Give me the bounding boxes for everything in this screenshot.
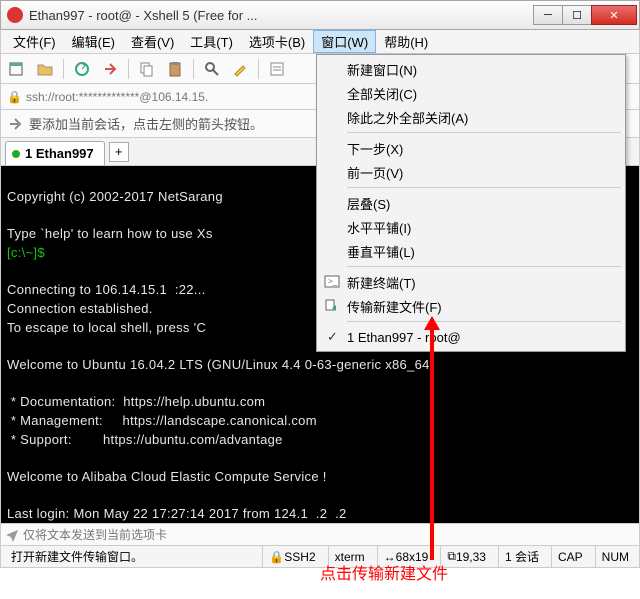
terminal-line: * Documentation: https://help.ubuntu.com bbox=[7, 394, 265, 409]
toolbar-separator bbox=[63, 59, 64, 79]
menu-window[interactable]: 窗口(W) bbox=[313, 30, 376, 53]
terminal-line: Welcome to Ubuntu 16.04.2 LTS (GNU/Linux… bbox=[7, 357, 434, 372]
status-dot-icon bbox=[12, 150, 20, 158]
toolbar-separator bbox=[258, 59, 259, 79]
status-ssh: 🔒 SSH2 bbox=[262, 546, 321, 567]
status-num: NUM bbox=[595, 546, 635, 567]
maximize-button[interactable]: ☐ bbox=[562, 5, 592, 25]
svg-text:>_: >_ bbox=[328, 277, 338, 286]
toolbar-separator bbox=[193, 59, 194, 79]
menu-separator bbox=[347, 132, 621, 133]
hint-text: 要添加当前会话，点击左侧的箭头按钮。 bbox=[29, 114, 263, 133]
menu-file[interactable]: 文件(F) bbox=[5, 30, 64, 53]
menu-tile-horizontal[interactable]: 水平平铺(I) bbox=[319, 215, 623, 239]
status-sessions: 1 会话 bbox=[498, 546, 545, 567]
status-term: xterm bbox=[328, 546, 371, 567]
address-text: ssh://root:*************@106.14.15. bbox=[26, 90, 208, 104]
terminal-line: Connecting to 106.14.15.1 :22... bbox=[7, 282, 206, 297]
app-icon bbox=[7, 7, 23, 23]
copy-icon[interactable] bbox=[137, 59, 157, 79]
window-menu-dropdown: 新建窗口(N) 全部关闭(C) 除此之外全部关闭(A) 下一步(X) 前一页(V… bbox=[316, 54, 626, 352]
menu-cascade[interactable]: 层叠(S) bbox=[319, 191, 623, 215]
menu-close-others[interactable]: 除此之外全部关闭(A) bbox=[319, 105, 623, 129]
menu-session-item[interactable]: 1 Ethan997 - root@ bbox=[319, 325, 623, 349]
menu-view[interactable]: 查看(V) bbox=[123, 30, 182, 53]
status-size: ↔ 68x19 bbox=[377, 546, 435, 567]
highlight-icon[interactable] bbox=[230, 59, 250, 79]
window-title: Ethan997 - root@ - Xshell 5 (Free for ..… bbox=[29, 8, 534, 23]
menu-tools[interactable]: 工具(T) bbox=[182, 30, 241, 53]
status-message: 打开新建文件传输窗口。 bbox=[5, 546, 256, 567]
terminal-line: * Support: https://ubuntu.com/advantage bbox=[7, 432, 283, 447]
status-cap: CAP bbox=[551, 546, 589, 567]
annotation-arrow-icon bbox=[430, 320, 434, 560]
menu-close-all[interactable]: 全部关闭(C) bbox=[319, 81, 623, 105]
close-button[interactable]: ✕ bbox=[591, 5, 637, 25]
titlebar: Ethan997 - root@ - Xshell 5 (Free for ..… bbox=[0, 0, 640, 30]
menu-edit[interactable]: 编辑(E) bbox=[64, 30, 123, 53]
window-buttons: ─ ☐ ✕ bbox=[534, 5, 637, 25]
menu-separator bbox=[347, 187, 621, 188]
terminal-prompt: [c:\~]$ bbox=[7, 245, 45, 260]
file-transfer-icon bbox=[323, 297, 341, 315]
terminal-line: * Management: https://landscape.canonica… bbox=[7, 413, 317, 428]
terminal-icon: >_ bbox=[323, 273, 341, 291]
menu-new-file-transfer[interactable]: 传输新建文件(F) bbox=[319, 294, 623, 318]
paste-icon[interactable] bbox=[165, 59, 185, 79]
menu-options[interactable]: 选项卡(B) bbox=[241, 30, 313, 53]
terminal-line: To escape to local shell, press 'C bbox=[7, 320, 206, 335]
status-bar: 打开新建文件传输窗口。 🔒 SSH2 xterm ↔ 68x19 ⧉ 19,33… bbox=[0, 546, 640, 568]
properties-icon[interactable] bbox=[267, 59, 287, 79]
toolbar-separator bbox=[128, 59, 129, 79]
menu-new-terminal[interactable]: >_ 新建终端(T) bbox=[319, 270, 623, 294]
disconnect-icon[interactable] bbox=[100, 59, 120, 79]
menubar: 文件(F) 编辑(E) 查看(V) 工具(T) 选项卡(B) 窗口(W) 帮助(… bbox=[0, 30, 640, 54]
send-text: 仅将文本发送到当前选项卡 bbox=[23, 526, 167, 543]
send-bar: 仅将文本发送到当前选项卡 bbox=[0, 524, 640, 546]
terminal-line: Copyright (c) 2002-2017 NetSarang bbox=[7, 189, 223, 204]
terminal-line: Type `help' to learn how to use Xs bbox=[7, 226, 213, 241]
terminal-line: Welcome to Alibaba Cloud Elastic Compute… bbox=[7, 469, 327, 484]
menu-next[interactable]: 下一步(X) bbox=[319, 136, 623, 160]
session-tab[interactable]: 1 Ethan997 bbox=[5, 141, 105, 165]
search-icon[interactable] bbox=[202, 59, 222, 79]
menu-new-window[interactable]: 新建窗口(N) bbox=[319, 57, 623, 81]
send-icon bbox=[5, 528, 19, 542]
tab-label: 1 Ethan997 bbox=[25, 146, 94, 161]
new-session-icon[interactable] bbox=[7, 59, 27, 79]
menu-help[interactable]: 帮助(H) bbox=[376, 30, 436, 53]
lock-icon: 🔒 bbox=[7, 90, 22, 104]
terminal-line: Connection established. bbox=[7, 301, 153, 316]
minimize-button[interactable]: ─ bbox=[533, 5, 563, 25]
terminal-line: Last login: Mon May 22 17:27:14 2017 fro… bbox=[7, 506, 347, 521]
open-icon[interactable] bbox=[35, 59, 55, 79]
status-pos: ⧉ 19,33 bbox=[440, 546, 492, 567]
menu-prev[interactable]: 前一页(V) bbox=[319, 160, 623, 184]
menu-separator bbox=[347, 321, 621, 322]
arrow-hint-icon bbox=[7, 115, 25, 133]
menu-tile-vertical[interactable]: 垂直平铺(L) bbox=[319, 239, 623, 263]
new-tab-button[interactable]: + bbox=[109, 142, 129, 162]
reconnect-icon[interactable] bbox=[72, 59, 92, 79]
menu-separator bbox=[347, 266, 621, 267]
